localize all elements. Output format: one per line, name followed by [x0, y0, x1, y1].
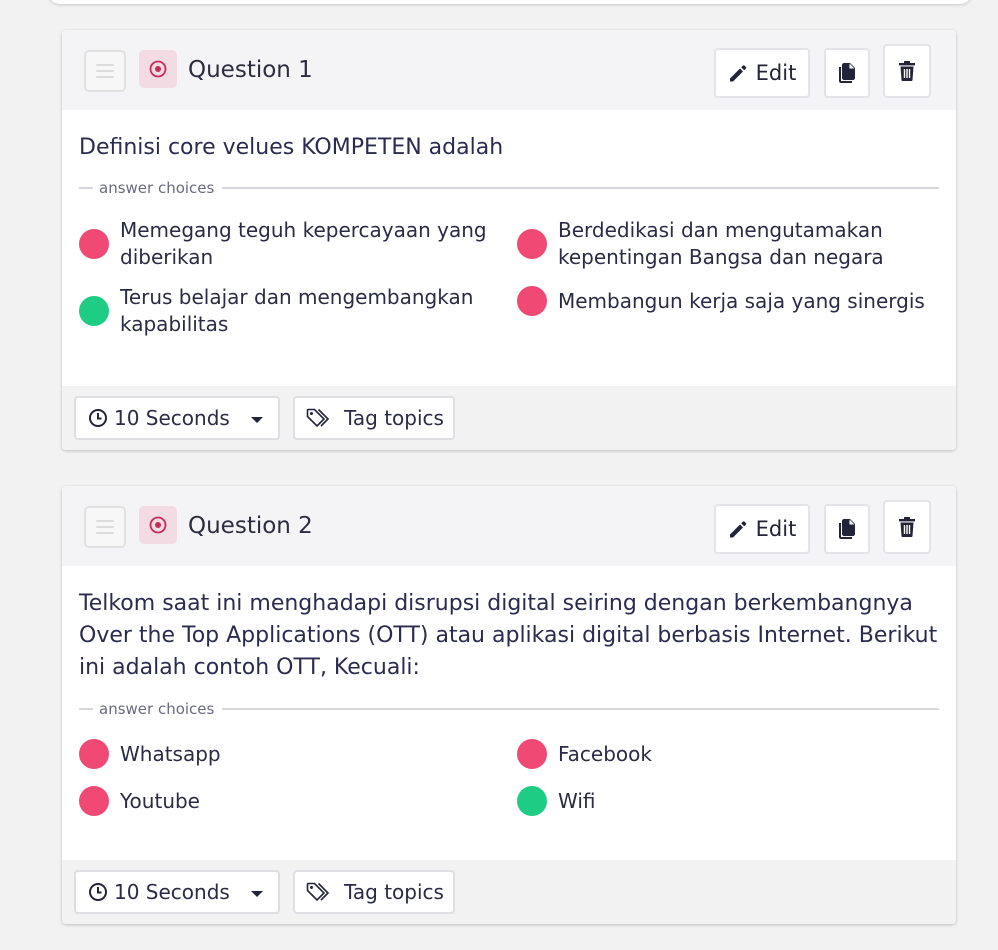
trash-icon	[899, 61, 915, 81]
time-limit-select[interactable]: 10 Seconds	[74, 396, 280, 440]
previous-card	[48, 0, 972, 4]
question-header: Question 2 Edit	[62, 486, 956, 566]
copy-button[interactable]	[824, 504, 870, 554]
question-body: Telkom saat ini menghadapi disrupsi digi…	[62, 566, 956, 860]
question-footer: 10 Seconds Tag topics	[62, 386, 956, 450]
incorrect-dot	[79, 229, 109, 259]
answer-choices-label: answer choices	[99, 700, 215, 718]
caret-down-icon	[251, 891, 263, 897]
incorrect-dot	[79, 739, 109, 769]
time-limit-select[interactable]: 10 Seconds	[74, 870, 280, 914]
answer-choices-divider: answer choices	[79, 700, 939, 718]
tag-topics-label: Tag topics	[344, 406, 444, 430]
time-limit-label: 10 Seconds	[114, 880, 230, 904]
correct-dot	[517, 786, 547, 816]
edit-label: Edit	[755, 517, 797, 541]
tag-icon	[306, 408, 330, 428]
answer-choice: Berdedikasi dan mengutamakan kepentingan…	[517, 217, 939, 271]
caret-down-icon	[251, 417, 263, 423]
question-body: Definisi core velues KOMPETEN adalah ans…	[62, 110, 956, 386]
question-header: Question 1 Edit	[62, 30, 956, 110]
delete-button[interactable]	[883, 500, 931, 554]
delete-button[interactable]	[883, 44, 931, 98]
edit-label: Edit	[755, 61, 797, 85]
question-card: Question 1 Edit Definisi core velues KOM…	[62, 30, 956, 450]
copy-icon	[839, 519, 855, 539]
question-text: Telkom saat ini menghadapi disrupsi digi…	[79, 591, 938, 680]
answer-choice: Whatsapp	[79, 739, 517, 769]
answer-choice: Youtube	[79, 786, 517, 816]
radio-target-icon	[139, 50, 177, 88]
pencil-icon	[729, 65, 746, 82]
edit-button[interactable]: Edit	[714, 48, 810, 98]
question-title: Question 1	[188, 57, 313, 83]
answer-choice: Facebook	[517, 739, 939, 769]
tag-topics-label: Tag topics	[344, 880, 444, 904]
answer-choice: Terus belajar dan mengembangkan kapabili…	[79, 284, 517, 338]
answer-choices-divider: answer choices	[79, 179, 939, 197]
copy-button[interactable]	[824, 48, 870, 98]
clock-icon	[89, 883, 107, 901]
incorrect-dot	[517, 739, 547, 769]
time-limit-label: 10 Seconds	[114, 406, 230, 430]
trash-icon	[899, 517, 915, 537]
answer-choices-label: answer choices	[99, 179, 215, 197]
clock-icon	[89, 409, 107, 427]
tag-icon	[306, 882, 330, 902]
answer-choices: Memegang teguh kepercayaan yang diberika…	[79, 196, 939, 336]
correct-dot	[79, 296, 109, 326]
pencil-icon	[729, 521, 746, 538]
edit-button[interactable]: Edit	[714, 504, 810, 554]
answer-choices: Whatsapp Facebook Youtube Wifi	[79, 717, 939, 833]
question-text: Definisi core velues KOMPETEN adalah	[79, 135, 504, 160]
incorrect-dot	[79, 786, 109, 816]
drag-handle-icon[interactable]	[84, 506, 126, 548]
question-footer: 10 Seconds Tag topics	[62, 860, 956, 924]
answer-choice: Memegang teguh kepercayaan yang diberika…	[79, 217, 517, 271]
question-card: Question 2 Edit Telkom saat ini menghada…	[62, 486, 956, 924]
incorrect-dot	[517, 286, 547, 316]
answer-choice: Membangun kerja saja yang sinergis	[517, 286, 939, 316]
answer-choice: Wifi	[517, 786, 939, 816]
tag-topics-button[interactable]: Tag topics	[293, 870, 455, 914]
tag-topics-button[interactable]: Tag topics	[293, 396, 455, 440]
question-title: Question 2	[188, 513, 313, 539]
radio-target-icon	[139, 506, 177, 544]
drag-handle-icon[interactable]	[84, 50, 126, 92]
incorrect-dot	[517, 229, 547, 259]
copy-icon	[839, 63, 855, 83]
